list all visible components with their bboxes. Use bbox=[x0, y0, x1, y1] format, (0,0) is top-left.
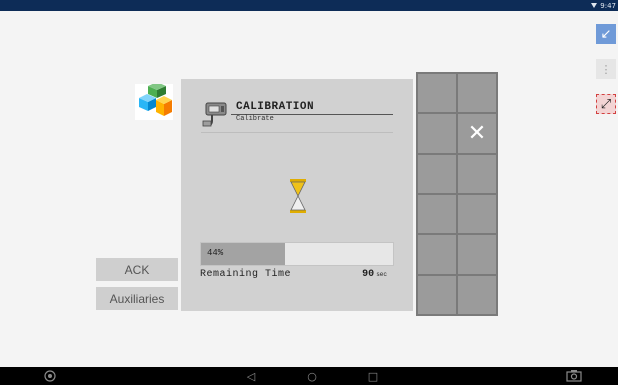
softkey-8[interactable] bbox=[457, 193, 497, 235]
remaining-unit: sec bbox=[376, 271, 387, 278]
more-menu-button[interactable]: ⋮ bbox=[596, 59, 616, 79]
softkey-10[interactable] bbox=[457, 234, 497, 275]
header-divider bbox=[201, 132, 393, 133]
softkey-2[interactable] bbox=[457, 73, 497, 114]
dialog-title: CALIBRATION bbox=[236, 101, 315, 113]
close-button[interactable]: ✕ bbox=[457, 113, 497, 154]
softkey-grid: ✕ bbox=[416, 72, 498, 316]
screenshot-icon[interactable] bbox=[565, 367, 583, 385]
status-icons: 9:47 bbox=[591, 0, 616, 11]
close-icon: ✕ bbox=[467, 120, 487, 146]
calibration-device-icon bbox=[202, 102, 227, 127]
softkey-7[interactable] bbox=[417, 193, 457, 235]
remaining-time-label: Remaining Time bbox=[200, 269, 292, 280]
status-bar: 9:47 bbox=[0, 0, 618, 11]
auxiliaries-button[interactable]: Auxiliaries bbox=[96, 287, 178, 310]
recents-icon[interactable]: □ bbox=[366, 367, 380, 385]
hourglass-icon bbox=[290, 179, 306, 213]
clock: 9:47 bbox=[600, 1, 616, 10]
minimize-button[interactable]: ↙ bbox=[596, 24, 616, 44]
softkey-6[interactable] bbox=[457, 153, 497, 194]
navigation-bar: ◁ ○ □ bbox=[0, 367, 618, 385]
resize-button[interactable]: ⤢ bbox=[596, 94, 616, 114]
ack-button[interactable]: ACK bbox=[96, 258, 178, 281]
progress-percent: 44% bbox=[207, 248, 224, 258]
progress-bar: 44% bbox=[200, 242, 394, 266]
calibration-dialog: CALIBRATION Calibrate 44% Remaining Time… bbox=[181, 79, 413, 311]
home-icon[interactable]: ○ bbox=[305, 367, 319, 385]
softkey-11[interactable] bbox=[417, 274, 457, 315]
softkey-1[interactable] bbox=[417, 73, 457, 114]
vehicle-icon[interactable] bbox=[42, 367, 58, 385]
softkey-3[interactable] bbox=[417, 113, 457, 154]
softkey-5[interactable] bbox=[417, 153, 457, 194]
app-logo-icon bbox=[135, 84, 173, 120]
softkey-9[interactable] bbox=[417, 234, 457, 275]
wifi-icon bbox=[591, 3, 598, 8]
softkey-12[interactable] bbox=[457, 274, 497, 315]
remaining-seconds: 90 bbox=[362, 269, 375, 280]
dialog-subtitle: Calibrate bbox=[236, 115, 274, 123]
back-icon[interactable]: ◁ bbox=[244, 367, 258, 385]
remaining-time-value: 90 sec bbox=[362, 269, 387, 280]
